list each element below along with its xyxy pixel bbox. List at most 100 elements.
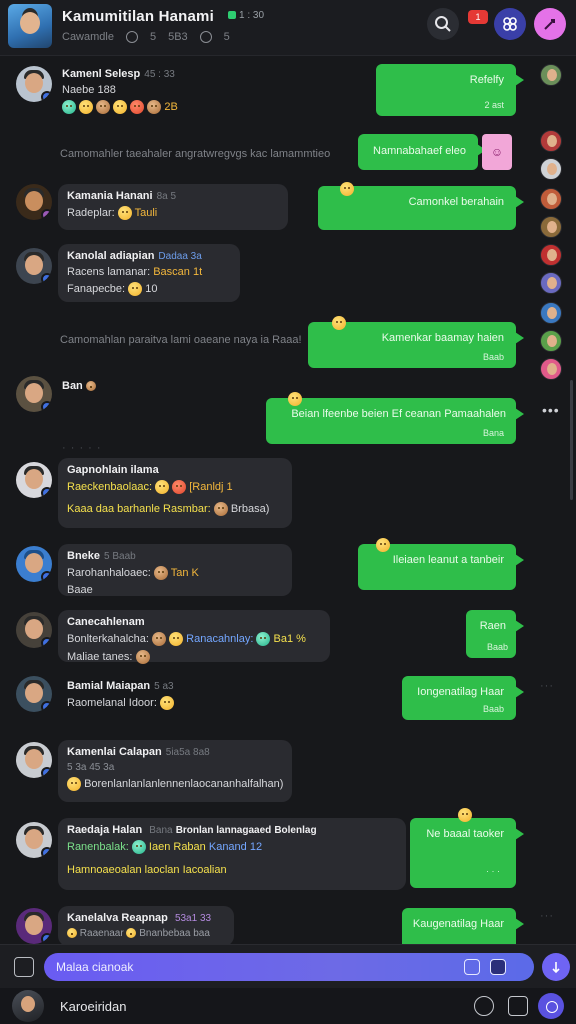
participant-avatar[interactable] xyxy=(540,302,562,324)
chat-subtitle: Cawamdle 5 5B3 5 xyxy=(62,31,230,43)
outgoing-message[interactable]: Kamenkar baamay haien Baab xyxy=(308,315,524,368)
chat-header: Kamumitilan Hanami 1 : 30 Cawamdle 5 5B3… xyxy=(0,0,576,56)
search-button[interactable] xyxy=(427,8,459,40)
incoming-message[interactable]: Gapnohlain ilama Raeckenbaolaac: [Ranldj… xyxy=(58,458,292,528)
outgoing-message[interactable]: Ne baaal taoker · · · xyxy=(410,807,524,888)
smile-icon xyxy=(131,840,146,854)
smile-icon xyxy=(135,650,150,664)
participant-avatar[interactable] xyxy=(540,358,562,380)
apps-button[interactable] xyxy=(494,8,526,40)
message-options-icon[interactable]: ··· xyxy=(540,680,554,692)
reaction-row[interactable]: 2B xyxy=(62,100,214,114)
smile-icon xyxy=(67,928,77,939)
system-note: Camomahler taeahaler angratwregvgs kac l… xyxy=(60,148,331,160)
outgoing-message[interactable]: Ileiaen leanut a tanbeir xyxy=(358,537,524,590)
avatar[interactable] xyxy=(16,546,52,582)
sticker-card[interactable]: ☺ xyxy=(482,134,512,170)
participant-avatar[interactable] xyxy=(540,158,562,180)
avatar[interactable] xyxy=(16,742,52,778)
participant-avatar[interactable] xyxy=(540,188,562,210)
apps-icon xyxy=(503,17,517,31)
incoming-message[interactable]: Raedaja Halan Bana Bronlan lannagaaed Bo… xyxy=(58,818,406,890)
message-list[interactable]: Kamenl Selesp 45 : 33 Naebe 188 2B Refelf… xyxy=(0,56,576,946)
scrollbar[interactable] xyxy=(570,380,573,500)
smile-icon xyxy=(152,632,167,646)
thread-dots: · · · · · xyxy=(62,442,102,454)
smile-icon xyxy=(128,282,143,296)
smile-icon xyxy=(376,537,390,552)
incoming-message[interactable]: Kamenl Selesp 45 : 33 Naebe 188 2B xyxy=(58,64,218,120)
outgoing-message[interactable]: Kaugenatilag Haar xyxy=(402,908,524,944)
incoming-message[interactable]: Canecahlenam Bonlterkahalcha: Ranacahnla… xyxy=(58,610,330,664)
smile-icon xyxy=(96,100,111,114)
smile-icon xyxy=(126,928,137,939)
participant-avatar[interactable] xyxy=(540,64,562,86)
profile-name: Karoeiridan xyxy=(60,999,127,1014)
participant-avatar[interactable] xyxy=(540,330,562,352)
outgoing-message[interactable]: Raen Baab xyxy=(466,610,524,658)
smile-icon xyxy=(458,807,472,822)
outgoing-message[interactable]: Camonkel berahain xyxy=(318,181,524,230)
incoming-message[interactable]: Kanelalva Reapnap 53a1 33 Raaenaar Bnanb… xyxy=(58,906,234,946)
attach-icon[interactable] xyxy=(14,957,34,977)
incoming-message[interactable]: Kamania Hanani 8a 5 Radeplar: Tauli xyxy=(58,184,288,230)
gif-icon[interactable] xyxy=(490,959,506,975)
smile-icon xyxy=(288,391,302,406)
outgoing-message[interactable]: Iongenatilag Haar Baab xyxy=(402,676,524,720)
avatar[interactable] xyxy=(16,184,52,220)
smile-icon[interactable] xyxy=(474,996,494,1016)
record-icon[interactable] xyxy=(538,993,564,1019)
bottom-bar: Karoeiridan xyxy=(0,988,576,1024)
avatar[interactable] xyxy=(16,66,52,102)
search-icon xyxy=(435,16,451,32)
mute-icon xyxy=(125,31,138,43)
avatar[interactable] xyxy=(16,676,52,712)
participant-avatar[interactable] xyxy=(540,216,562,238)
mic-icon xyxy=(552,962,560,974)
incoming-message[interactable]: Kanolal adiapian Dadaa 3a Racens lamanar:… xyxy=(58,244,240,302)
system-note: Camomahlan paraitva lami oaeane naya ia … xyxy=(60,334,302,346)
online-status: 1 : 30 xyxy=(228,10,264,21)
send-button[interactable] xyxy=(542,953,570,981)
compose-button[interactable] xyxy=(534,8,566,40)
more-options-icon[interactable]: ••• xyxy=(542,402,560,418)
outgoing-message[interactable]: Beian lfeenbe beien Ef ceanan Pamaahalen… xyxy=(266,391,524,444)
smile-icon xyxy=(153,566,168,580)
group-avatar[interactable] xyxy=(8,4,52,48)
pin-icon xyxy=(199,31,212,43)
pen-icon xyxy=(544,19,555,30)
avatar[interactable] xyxy=(16,908,52,944)
profile-avatar[interactable] xyxy=(12,990,44,1022)
incoming-message[interactable]: Kamenlai Calapan 5ia5a 8a8 5 3a 45 3a Bor… xyxy=(58,740,292,802)
sender-name: Ban xyxy=(62,380,96,392)
sticker-icon[interactable] xyxy=(508,996,528,1016)
smile-icon xyxy=(155,480,170,494)
smile-icon xyxy=(172,480,187,494)
read-dots: · · · xyxy=(486,866,500,876)
message-options-icon[interactable]: ··· xyxy=(540,910,554,922)
smile-icon xyxy=(213,502,228,516)
status-icon xyxy=(85,381,96,392)
smile-icon xyxy=(79,100,94,114)
avatar[interactable] xyxy=(16,462,52,498)
participant-avatar[interactable] xyxy=(540,244,562,266)
incoming-message[interactable]: Bneke 5 Baab Rarohanhaloaec: Tan K Baae xyxy=(58,544,292,596)
outgoing-message[interactable]: Namnabahaef eleo xyxy=(358,134,486,170)
avatar[interactable] xyxy=(16,248,52,284)
emoji-icon[interactable] xyxy=(464,959,480,975)
chat-title: Kamumitilan Hanami xyxy=(62,8,214,25)
notification-button[interactable]: 1 xyxy=(466,8,492,30)
avatar[interactable] xyxy=(16,822,52,858)
outgoing-message[interactable]: Refelfy 2 ast xyxy=(376,64,524,116)
online-dot-icon xyxy=(228,11,236,20)
participant-avatar[interactable] xyxy=(540,130,562,152)
smile-icon xyxy=(147,100,162,114)
smile-icon xyxy=(256,632,271,646)
message-input[interactable]: Malaa cianoak xyxy=(44,953,534,981)
incoming-message[interactable]: Bamial Maiapan 5 a3 Raomelanal Idoor: xyxy=(58,674,198,720)
smile-icon xyxy=(340,181,354,196)
participant-avatar[interactable] xyxy=(540,272,562,294)
avatar[interactable] xyxy=(16,612,52,648)
avatar[interactable] xyxy=(16,376,52,412)
notification-badge: 1 xyxy=(468,10,488,24)
